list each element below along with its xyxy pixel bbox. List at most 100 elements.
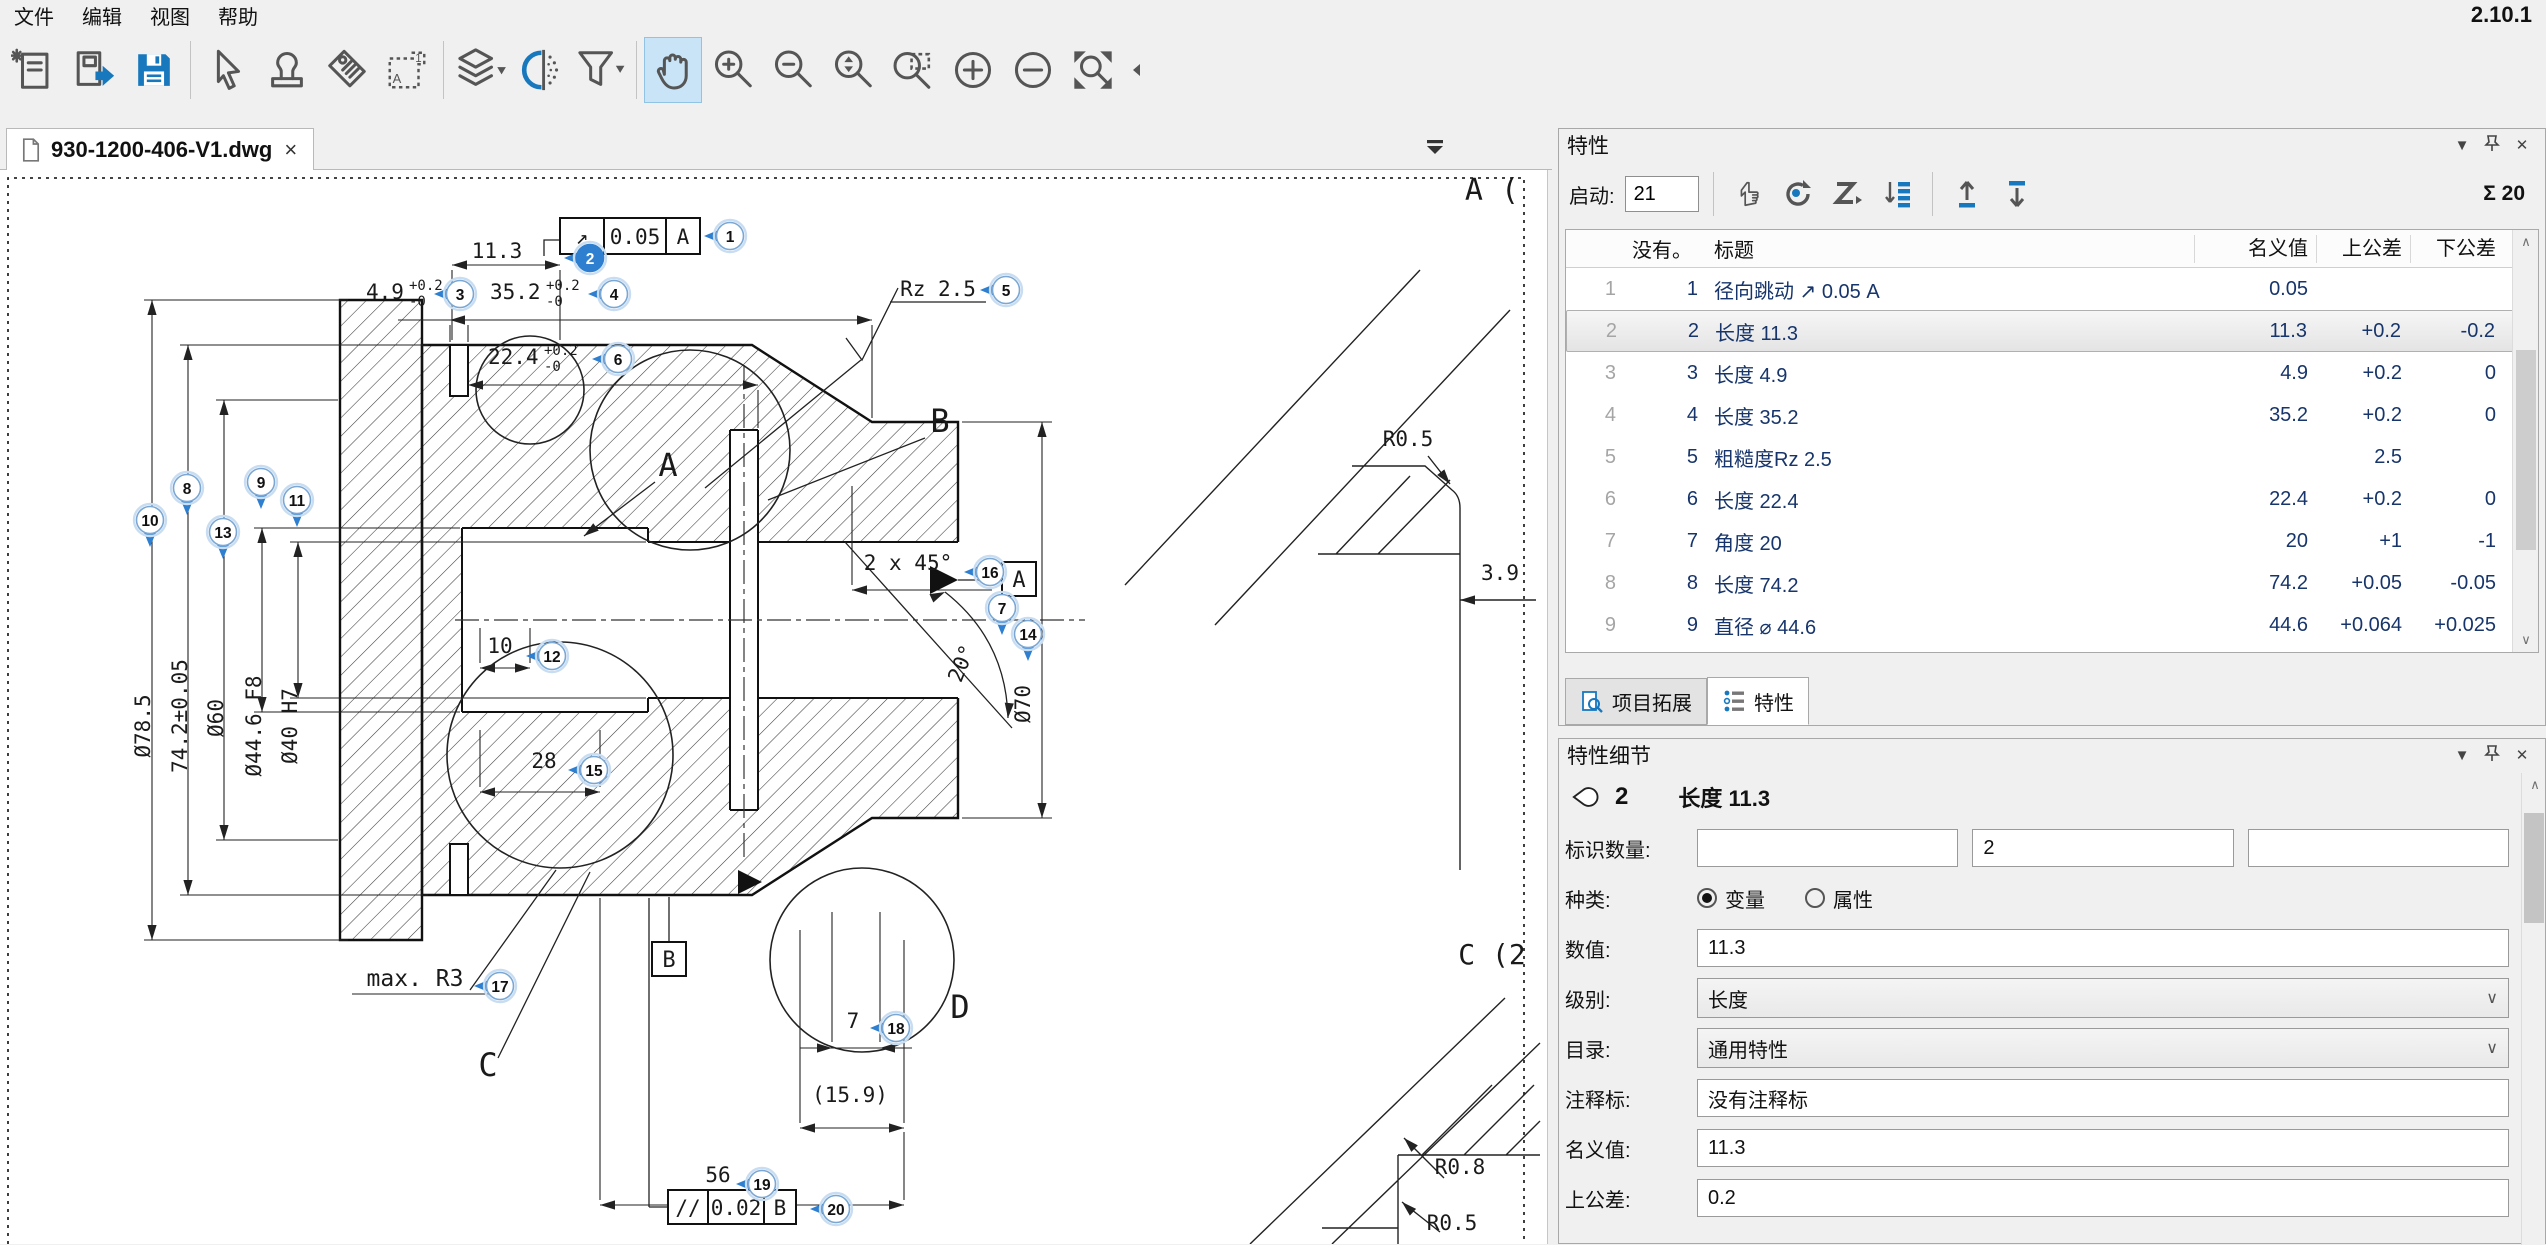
zoom-out-button[interactable] [764, 37, 822, 103]
filter-button[interactable] [571, 37, 629, 103]
table-row[interactable]: 88长度 74.274.2+0.05-0.05 [1566, 562, 2538, 604]
drawing-canvas[interactable]: 11.3Rz 2.510282 x 45°max. R37(15.9)56ABC… [0, 170, 1548, 1244]
detail-scrollbar-thumb[interactable] [2524, 813, 2544, 923]
id-count-input-3[interactable] [2248, 829, 2509, 867]
scroll-up-icon[interactable]: ∧ [2513, 230, 2539, 254]
collapse-toolbar-arrow[interactable] [1124, 37, 1150, 103]
table-row[interactable]: 22长度 11.311.3+0.2-0.2 [1566, 310, 2538, 352]
tab-characteristics[interactable]: 特性 [1707, 677, 1809, 725]
new-document-button[interactable] [5, 37, 63, 103]
table-cell: 8 [1624, 572, 1706, 595]
balloon-16[interactable]: 16 [964, 556, 1006, 588]
pan-hand-button[interactable] [644, 37, 702, 103]
balloon-10[interactable]: 10 [134, 504, 166, 547]
tab-project-expand[interactable]: 项目拓展 [1565, 678, 1707, 725]
stamp-button[interactable] [258, 37, 316, 103]
menu-edit[interactable]: 编辑 [68, 0, 136, 32]
panel-pin-icon[interactable] [2477, 134, 2507, 156]
table-cell: 8 [1566, 572, 1624, 595]
table-cell: 长度 4.9 [1706, 359, 2194, 388]
svg-text:3: 3 [456, 287, 465, 304]
detail-close-icon[interactable]: ✕ [2507, 746, 2537, 764]
balloon-13[interactable]: 13 [207, 516, 239, 559]
tag-button[interactable] [318, 37, 376, 103]
partial-view-bottom-right [1250, 998, 1540, 1244]
menu-file[interactable]: 文件 [0, 0, 68, 32]
detail-scroll-up-icon[interactable]: ∧ [2522, 773, 2546, 797]
zoom-in-button[interactable] [704, 37, 762, 103]
save-button[interactable] [125, 37, 183, 103]
mirror-compare-button[interactable] [511, 37, 569, 103]
tabbar-more-icon[interactable] [1422, 136, 1452, 162]
close-document-icon[interactable]: × [282, 137, 299, 163]
renumber-icon[interactable] [1778, 174, 1818, 214]
balloon-14[interactable]: 14 [1012, 618, 1044, 661]
balloon-20[interactable]: 20 [810, 1193, 852, 1225]
table-cell: 4.9 [2194, 362, 2316, 385]
dimension-arrowhead [545, 260, 560, 269]
zoom-dynamic-button[interactable] [824, 37, 882, 103]
id-count-input-2[interactable] [1972, 829, 2233, 867]
dimension-arrowhead [183, 345, 192, 360]
table-cell: 0 [2410, 488, 2504, 511]
detail-menu-icon[interactable]: ▼ [2447, 747, 2477, 764]
balloon-9[interactable]: 9 [245, 466, 277, 509]
detail-pin-icon[interactable] [2477, 744, 2507, 766]
note-input[interactable] [1697, 1079, 2509, 1117]
detail-scrollbar[interactable]: ∧ [2521, 773, 2545, 1245]
dimension-arrowhead [147, 300, 156, 315]
catalog-select[interactable]: 通用特性∨ [1697, 1028, 2509, 1068]
table-row[interactable]: 77角度 2020+1-1 [1566, 520, 2538, 562]
scroll-down-icon[interactable]: ∨ [2513, 628, 2539, 652]
balloon-5[interactable]: 5 [980, 274, 1022, 306]
radio-icon[interactable] [1805, 888, 1825, 908]
value-input[interactable] [1697, 929, 2509, 967]
table-row[interactable]: 66长度 22.422.4+0.20 [1566, 478, 2538, 520]
table-row[interactable]: 33长度 4.94.9+0.20 [1566, 352, 2538, 394]
zoom-fit-button[interactable] [1064, 37, 1122, 103]
radio-icon[interactable] [1697, 888, 1717, 908]
start-number-input[interactable] [1625, 176, 1699, 212]
sort-z-icon[interactable] [1828, 174, 1868, 214]
menu-view[interactable]: 视图 [136, 0, 204, 32]
balloon-11[interactable]: 11 [281, 484, 313, 527]
table-scrollbar[interactable]: ∧ ∨ [2512, 230, 2538, 652]
balloon-region-button[interactable]: 1A [378, 37, 436, 103]
table-cell: +0.2 [2316, 488, 2410, 511]
export-down-icon[interactable] [1997, 174, 2037, 214]
table-row[interactable]: 99直径 ⌀ 44.644.6+0.064+0.025 [1566, 604, 2538, 646]
balloon-18[interactable]: 18 [870, 1012, 912, 1044]
table-row[interactable]: 44长度 35.235.2+0.20 [1566, 394, 2538, 436]
increase-button[interactable] [944, 37, 1002, 103]
decrease-button[interactable] [1004, 37, 1062, 103]
panel-menu-icon[interactable]: ▼ [2447, 137, 2477, 154]
table-scrollbar-thumb[interactable] [2516, 350, 2536, 550]
table-row[interactable]: 55粗糙度Rz 2.52.5 [1566, 436, 2538, 478]
id-count-input-1[interactable] [1697, 829, 1958, 867]
label-note: 注释标: [1565, 1084, 1697, 1113]
dimension-arrowhead [857, 315, 872, 324]
balloon-1[interactable]: 1 [704, 220, 746, 252]
menu-bar: 文件 编辑 视图 帮助 [0, 0, 2546, 30]
detail-item-header: 2 长度 11.3 [1565, 771, 2509, 823]
select-cursor-button[interactable] [198, 37, 256, 103]
table-cell: 6 [1566, 488, 1624, 511]
menu-help[interactable]: 帮助 [204, 0, 272, 32]
panel-close-icon[interactable]: ✕ [2507, 136, 2537, 154]
detail-panel-title: 特性细节 [1567, 740, 1651, 770]
kind-radio-变量[interactable]: 变量 [1697, 884, 1765, 913]
open-document-button[interactable] [65, 37, 123, 103]
list-order-icon[interactable] [1878, 174, 1918, 214]
upper-tol-input[interactable] [1697, 1179, 2509, 1217]
zoom-window-button[interactable] [884, 37, 942, 103]
layers-button[interactable] [451, 37, 509, 103]
nominal-input[interactable] [1697, 1129, 2509, 1167]
pick-hand-icon[interactable] [1728, 174, 1768, 214]
import-up-icon[interactable] [1947, 174, 1987, 214]
document-tab[interactable]: 930-1200-406-V1.dwg × [6, 128, 314, 170]
balloon-4[interactable]: 4 [588, 278, 630, 310]
class-select[interactable]: 长度∨ [1697, 978, 2509, 1018]
kind-radio-属性[interactable]: 属性 [1805, 884, 1873, 913]
balloon-8[interactable]: 8 [171, 472, 203, 515]
table-row[interactable]: 11径向跳动 ↗ 0.05 A0.05 [1566, 268, 2538, 310]
